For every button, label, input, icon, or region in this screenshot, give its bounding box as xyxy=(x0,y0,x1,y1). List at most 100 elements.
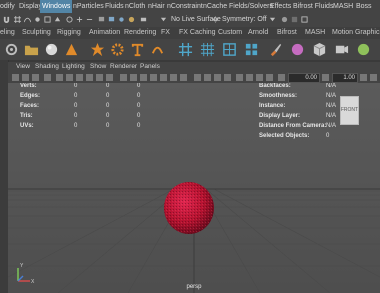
tab-bifrost[interactable]: Bifrost xyxy=(277,27,297,39)
field-chart-icon[interactable] xyxy=(96,74,103,81)
gear-cog-icon[interactable] xyxy=(110,42,125,57)
input-ops-icon[interactable] xyxy=(76,16,83,23)
viewport-menu-view[interactable]: View xyxy=(16,62,30,72)
grid-toggle-icon[interactable] xyxy=(56,74,63,81)
viewport-menu-show[interactable]: Show xyxy=(90,62,106,72)
safe-action-icon[interactable] xyxy=(106,74,113,81)
poly-sphere-icon[interactable] xyxy=(44,42,59,57)
tab-custom[interactable]: Custom xyxy=(218,27,242,39)
snap-view-icon[interactable] xyxy=(44,16,51,23)
view-cube[interactable]: FRONT xyxy=(340,96,359,125)
gamma-icon[interactable] xyxy=(322,74,329,81)
render-settings-icon[interactable] xyxy=(118,16,125,23)
smooth-shade-icon[interactable] xyxy=(130,74,137,81)
gamma-field[interactable]: 1.00 xyxy=(343,74,355,82)
grid-dense-icon[interactable] xyxy=(200,42,215,57)
tab-fx[interactable]: FX xyxy=(161,27,170,39)
camera-attributes-icon[interactable] xyxy=(22,74,29,81)
tab-fx-caching[interactable]: FX Caching xyxy=(179,27,216,39)
symmetry-dropdown[interactable]: Symmetry: Off xyxy=(222,13,267,26)
snap-curve-icon[interactable] xyxy=(24,16,31,23)
menu-mash[interactable]: MASH xyxy=(333,0,353,13)
live-surface-icon[interactable] xyxy=(160,16,167,23)
menu-fields-solvers[interactable]: Fields/Solvers xyxy=(229,0,273,13)
paint-brush-icon[interactable] xyxy=(268,42,283,57)
menu-bifrost-fluids[interactable]: Bifrost Fluids xyxy=(293,0,333,13)
film-gate-icon[interactable] xyxy=(66,74,73,81)
output-ops-icon[interactable] xyxy=(86,16,93,23)
menu-modify[interactable]: odify xyxy=(0,0,15,13)
type-tool-icon[interactable] xyxy=(130,42,145,57)
viewport-3d[interactable]: Verts: 0 0 0 Edges: 0 0 0 Faces: 0 0 0 T… xyxy=(8,83,380,293)
hypershade-icon[interactable] xyxy=(128,16,135,23)
xray-active-icon[interactable] xyxy=(266,74,273,81)
exposure-icon[interactable] xyxy=(278,74,285,81)
render-view-icon[interactable] xyxy=(291,16,298,23)
menu-ncache[interactable]: nCache xyxy=(203,0,227,13)
tile-icon[interactable] xyxy=(244,42,259,57)
snap-grid-icon[interactable] xyxy=(14,16,21,23)
menu-windows[interactable]: Windows xyxy=(40,0,73,13)
cube-icon[interactable] xyxy=(312,42,327,57)
viewport-menu-renderer[interactable]: Renderer xyxy=(110,62,137,72)
select-camera-icon[interactable] xyxy=(12,74,19,81)
tab-animation[interactable]: Animation xyxy=(89,27,120,39)
snap-point-icon[interactable] xyxy=(34,16,41,23)
chevron-down-icon[interactable] xyxy=(269,16,276,23)
folder-icon[interactable] xyxy=(24,42,39,57)
xray-icon[interactable] xyxy=(246,74,253,81)
shadows-icon[interactable] xyxy=(180,74,187,81)
use-all-lights-icon[interactable] xyxy=(170,74,177,81)
ambient-occlusion-icon[interactable] xyxy=(194,74,201,81)
depth-of-field-icon[interactable] xyxy=(224,74,231,81)
default-material-icon[interactable] xyxy=(140,74,147,81)
tab-mash[interactable]: MASH xyxy=(305,27,325,39)
create-shape-icon[interactable] xyxy=(64,42,79,57)
magnet-icon[interactable] xyxy=(3,16,10,23)
arnold-render-icon[interactable] xyxy=(281,16,288,23)
menu-ncloth[interactable]: nCloth xyxy=(125,0,145,13)
menu-boss[interactable]: Boss xyxy=(356,0,372,13)
tab-arnold[interactable]: Arnold xyxy=(248,27,268,39)
symmetry-icon[interactable] xyxy=(212,16,219,23)
isolate-select-icon[interactable] xyxy=(236,74,243,81)
menu-fluids[interactable]: Fluids xyxy=(105,0,124,13)
select-camera-icon[interactable] xyxy=(140,16,147,23)
motion-blur-icon[interactable] xyxy=(204,74,211,81)
shading-ball-icon[interactable] xyxy=(290,42,305,57)
viewport-menu-panels[interactable]: Panels xyxy=(140,62,160,72)
tab-sculpting[interactable]: Sculpting xyxy=(22,27,51,39)
menu-nparticles[interactable]: nParticles xyxy=(73,0,104,13)
tab-motion-graphics[interactable]: Motion Graphics xyxy=(332,27,380,39)
tab-rigging[interactable]: Rigging xyxy=(57,27,81,39)
history-icon[interactable] xyxy=(66,16,73,23)
gate-mask-icon[interactable] xyxy=(86,74,93,81)
menu-display[interactable]: Display xyxy=(19,0,42,13)
tab-modeling[interactable]: eling xyxy=(0,27,15,39)
anti-aliasing-icon[interactable] xyxy=(214,74,221,81)
render-frame-icon[interactable] xyxy=(98,16,105,23)
viewport-menu-shading[interactable]: Shading xyxy=(35,62,59,72)
image-plane-icon[interactable] xyxy=(44,74,51,81)
tab-rendering[interactable]: Rendering xyxy=(124,27,156,39)
gear-icon[interactable] xyxy=(4,42,19,57)
menu-nconstraint[interactable]: nConstraint xyxy=(167,0,203,13)
star-shape-icon[interactable] xyxy=(90,42,105,57)
xray-joints-icon[interactable] xyxy=(256,74,263,81)
exposure-field[interactable]: 0.00 xyxy=(305,74,317,82)
viewport-menu-lighting[interactable]: Lighting xyxy=(62,62,85,72)
resolution-gate-icon[interactable] xyxy=(76,74,83,81)
grid-icon[interactable] xyxy=(178,42,193,57)
color-management-icon[interactable] xyxy=(360,74,367,81)
ipr-render-icon[interactable] xyxy=(108,16,115,23)
sphere-display-icon[interactable] xyxy=(370,74,377,81)
camera-rig-icon[interactable] xyxy=(334,42,349,57)
svg-tool-icon[interactable] xyxy=(150,42,165,57)
wireframe-on-shaded-icon[interactable] xyxy=(150,74,157,81)
wireframe-icon[interactable] xyxy=(120,74,127,81)
snap-surface-icon[interactable] xyxy=(54,16,61,23)
grid-select-icon[interactable] xyxy=(222,42,237,57)
menu-nhair[interactable]: nHair xyxy=(148,0,165,13)
toggle-panel-icon[interactable] xyxy=(301,16,308,23)
textured-icon[interactable] xyxy=(160,74,167,81)
